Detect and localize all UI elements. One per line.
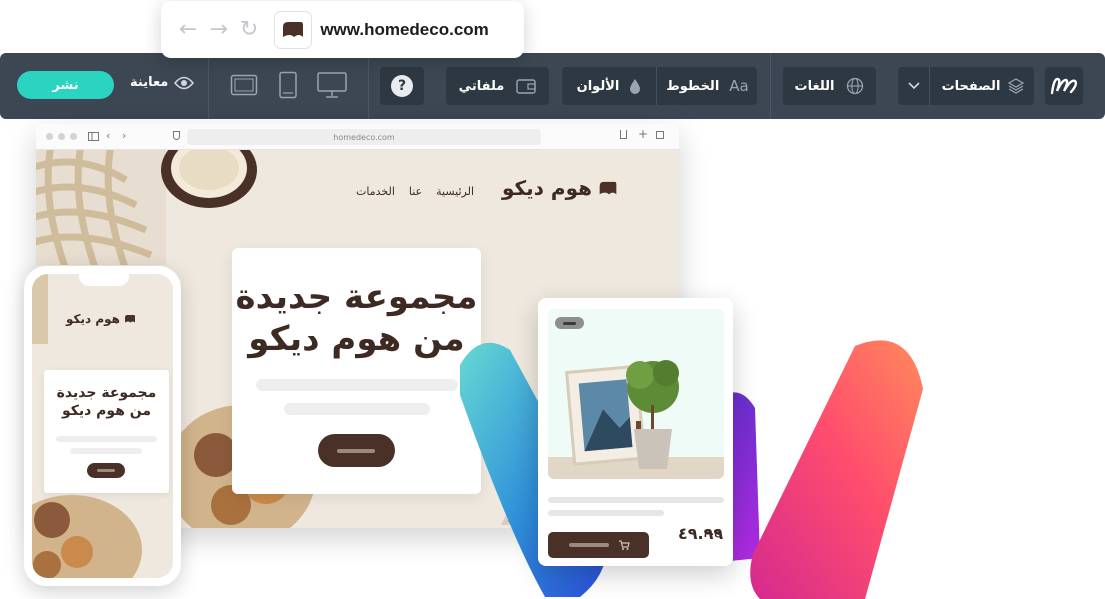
reload-icon[interactable]: ↻ — [240, 18, 258, 41]
hero-card: مجموعة جديدة من هوم ديكو — [232, 248, 481, 494]
fonts-button[interactable]: الخطوط Aa — [658, 67, 757, 105]
product-price: ٤٩.٩٩ — [678, 524, 724, 543]
eye-icon — [174, 76, 195, 89]
mobile-text-placeholder — [56, 436, 157, 442]
site-nav: الرئيسية عنا الخدمات — [356, 185, 474, 198]
chevron-down-icon — [898, 67, 930, 105]
nav-services[interactable]: الخدمات — [356, 185, 395, 198]
frame-plant-image — [548, 360, 724, 479]
product-title-placeholder — [548, 497, 724, 503]
sidebar-icon — [88, 132, 99, 141]
wallet-icon — [516, 79, 537, 94]
hero-cta-button[interactable] — [318, 434, 395, 467]
brand-logo-icon — [599, 181, 617, 194]
drop-icon — [630, 79, 641, 94]
back-icon[interactable]: ← — [179, 18, 197, 41]
site-logo[interactable]: هوم ديكو — [502, 176, 618, 200]
mock-back-icon: ‹ — [106, 129, 111, 142]
pages-dropdown[interactable]: الصفحات — [898, 67, 1034, 105]
mobile-text-placeholder — [70, 448, 142, 454]
desktop-icon[interactable] — [316, 71, 348, 99]
help-icon: ? — [391, 75, 413, 97]
mock-plus-icon: + — [638, 127, 649, 141]
editor-toolbar: نشر معاينة ? ملفاتي الألوان الخطوط Aa ال… — [0, 53, 1105, 119]
nav-about[interactable]: عنا — [409, 185, 422, 198]
mobile-brand-name: هوم ديكو — [66, 312, 120, 326]
mock-address-bar: homedeco.com — [187, 129, 541, 145]
cart-icon — [619, 540, 630, 550]
publish-button[interactable]: نشر — [17, 71, 114, 99]
hero-title: مجموعة جديدة من هوم ديكو — [232, 276, 481, 360]
mobile-icon[interactable] — [278, 71, 298, 99]
brand-shape-pink — [750, 340, 923, 599]
help-button[interactable]: ? — [380, 67, 424, 105]
colors-label: الألوان — [576, 78, 620, 94]
product-image — [548, 309, 724, 479]
mobile-preview: هوم ديكو مجموعة جديدة من هوم ديكو — [24, 266, 181, 586]
forward-icon[interactable]: → — [209, 18, 227, 41]
phone-notch — [79, 274, 129, 286]
languages-label: اللغات — [794, 78, 835, 94]
languages-button[interactable]: اللغات — [783, 67, 876, 105]
nav-home[interactable]: الرئيسية — [436, 185, 474, 198]
app-logo[interactable] — [1045, 67, 1083, 105]
mock-tabs-icon — [656, 131, 664, 139]
browser-url-bar: ← → ↻ www.homedeco.com — [161, 1, 524, 58]
colors-button[interactable]: الألوان — [562, 67, 657, 105]
my-files-label: ملفاتي — [458, 78, 505, 94]
mock-share-icon — [620, 130, 627, 139]
mobile-hero-card: مجموعة جديدة من هوم ديكو — [44, 370, 169, 493]
url-text[interactable]: www.homedeco.com — [320, 20, 488, 40]
mobile-hero-title-line1: مجموعة جديدة — [56, 385, 157, 401]
hero-title-line2: من هوم ديكو — [248, 319, 465, 359]
mobile-flowers-image — [32, 495, 142, 578]
mock-forward-icon: › — [122, 129, 127, 142]
pages-label: الصفحات — [941, 78, 1001, 94]
mock-address-text: homedeco.com — [333, 132, 395, 142]
mock-browser-chrome: ‹ › homedeco.com + — [36, 124, 679, 150]
fonts-label: الخطوط — [666, 78, 720, 94]
product-card: ج.م ٤٩.٩٩ — [538, 298, 733, 566]
mobile-brand-logo-icon — [124, 315, 135, 323]
basket-image — [36, 150, 166, 265]
candle-image — [161, 150, 257, 208]
theme-group: الألوان الخطوط Aa — [562, 67, 757, 105]
globe-icon — [847, 77, 864, 95]
mobile-hero-title: مجموعة جديدة من هوم ديكو — [44, 384, 169, 420]
mock-shield-icon — [173, 131, 180, 140]
brand-name: هوم ديكو — [502, 176, 592, 200]
site-logo-icon — [274, 10, 313, 49]
hero-title-line1: مجموعة جديدة — [235, 277, 478, 317]
hero-text-placeholder — [284, 403, 430, 415]
my-files-button[interactable]: ملفاتي — [446, 67, 549, 105]
mobile-screen: هوم ديكو مجموعة جديدة من هوم ديكو — [32, 274, 173, 578]
app-logo-icon — [1050, 77, 1078, 95]
preview-button[interactable]: معاينة — [130, 75, 195, 90]
mobile-site-logo[interactable]: هوم ديكو — [66, 312, 136, 326]
add-to-cart-button[interactable] — [548, 532, 649, 558]
preview-label: معاينة — [130, 75, 169, 90]
product-badge — [555, 317, 584, 329]
product-desc-placeholder — [548, 510, 664, 516]
fonts-icon: Aa — [729, 77, 749, 95]
mobile-hero-title-line2: من هوم ديكو — [61, 403, 152, 419]
hero-text-placeholder — [256, 379, 458, 391]
tablet-landscape-icon[interactable] — [230, 74, 258, 96]
mobile-cta-button[interactable] — [87, 463, 125, 478]
layers-icon — [1008, 78, 1025, 94]
mobile-basket-image — [32, 274, 48, 344]
